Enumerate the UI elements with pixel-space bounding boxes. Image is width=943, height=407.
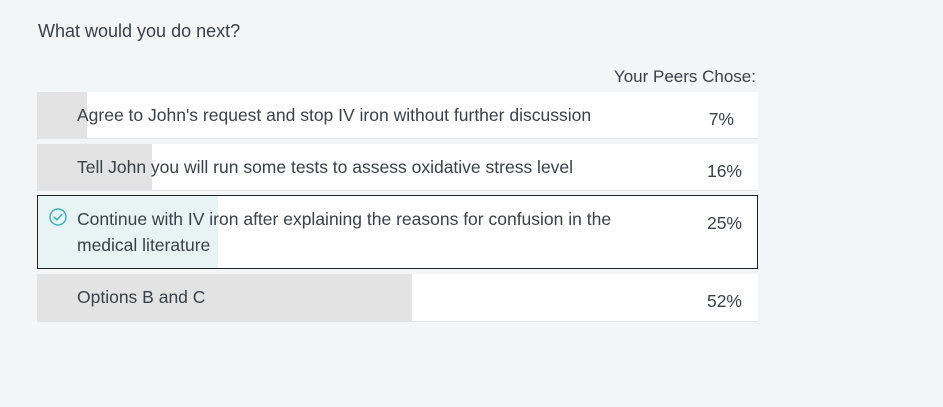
answer-option-d[interactable]: Options B and C 52%	[37, 274, 758, 322]
answer-option-label: Agree to John's request and stop IV iron…	[77, 105, 592, 125]
answer-option-a[interactable]: Agree to John's request and stop IV iron…	[37, 92, 758, 139]
answer-option-b[interactable]: Tell John you will run some tests to ass…	[37, 144, 758, 191]
answer-option-label: Tell John you will run some tests to ass…	[77, 157, 574, 177]
answer-option-label: Continue with IV iron after explaining t…	[77, 209, 612, 255]
peers-chose-label: Your Peers Chose:	[613, 67, 756, 86]
question-text: What would you do next?	[38, 21, 241, 41]
answer-option-percent: 25%	[706, 213, 742, 233]
answer-option-c-selected[interactable]: Continue with IV iron after explaining t…	[37, 195, 758, 269]
answer-option-label: Options B and C	[77, 287, 206, 307]
answer-option-percent: 7%	[708, 109, 734, 129]
answer-option-percent: 16%	[706, 161, 742, 181]
check-circle-icon	[49, 208, 67, 226]
answer-option-percent: 52%	[706, 291, 742, 311]
